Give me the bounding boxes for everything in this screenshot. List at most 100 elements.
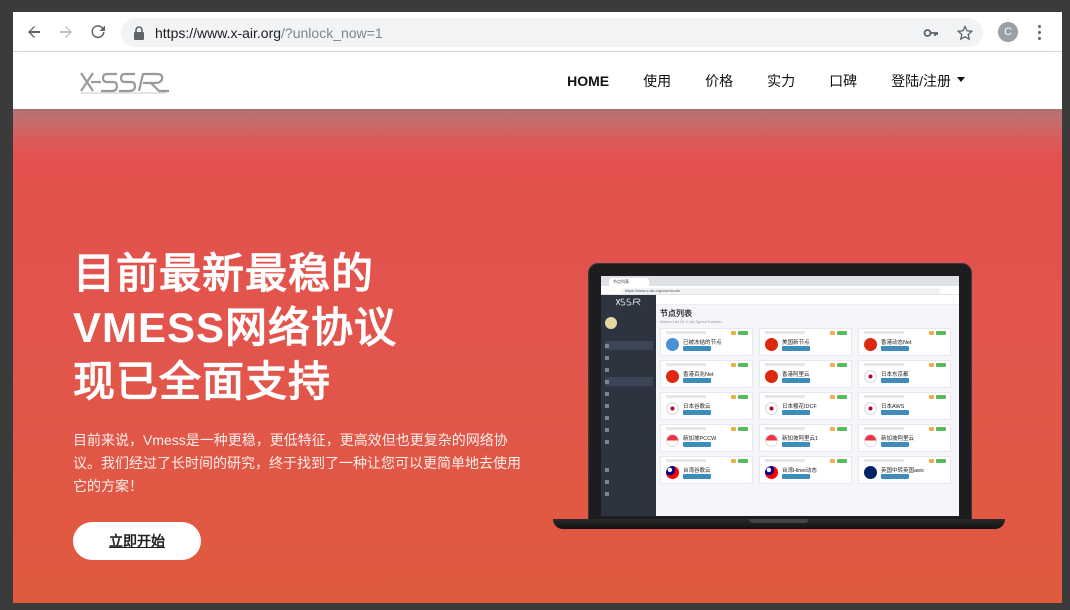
mock-node-header [864, 427, 904, 430]
mock-node-badge [929, 395, 934, 399]
mock-node-badge [929, 459, 934, 463]
mock-side-item [605, 465, 653, 474]
mock-node-badge [738, 395, 748, 399]
mock-node-badge [738, 459, 748, 463]
mock-node-header [765, 427, 805, 430]
mock-node-card: 香港百兆Net [660, 360, 753, 388]
browser-menu-icon[interactable] [1034, 23, 1044, 41]
site-logo[interactable] [77, 67, 171, 97]
flag-icon [765, 402, 778, 415]
flag-icon [765, 466, 778, 479]
site-header: HOME 使用 价格 实力 口碑 登陆/注册 [13, 52, 1062, 109]
mock-node-badge [936, 363, 946, 367]
url-host: https://www.x-air.org [155, 24, 282, 41]
address-bar[interactable]: https://www.x-air.org/?unlock_now=1 [121, 18, 983, 47]
flag-icon [765, 338, 778, 351]
browser-window: https://www.x-air.org/?unlock_now=1 C HO… [13, 12, 1062, 603]
mock-node-name: 新加坡PCCW [683, 436, 717, 442]
mock-node-badge [830, 395, 835, 399]
mock-tab: 节点列表 [609, 278, 649, 286]
flag-icon [666, 402, 679, 415]
flag-icon [864, 466, 877, 479]
mock-node-tag [683, 474, 711, 479]
nav-usage[interactable]: 使用 [626, 71, 688, 91]
flag-icon [666, 434, 679, 447]
flag-icon [765, 370, 778, 383]
screen-frame: https://www.x-air.org/?unlock_now=1 C HO… [0, 0, 1070, 610]
mock-node-name: 日本AWS [881, 404, 905, 410]
get-started-button[interactable]: 立即开始 [73, 522, 201, 560]
mock-node-tag [782, 410, 810, 415]
mock-node-card: 日本樱花IDCF [759, 392, 852, 420]
flag-icon [666, 370, 679, 383]
mock-node-badge [731, 331, 736, 335]
mock-node-header [666, 363, 706, 366]
nav-strength[interactable]: 实力 [750, 71, 812, 91]
mock-node-tag [881, 346, 909, 351]
flag-icon [864, 402, 877, 415]
mock-side-item [605, 353, 653, 362]
mock-node-card: 台湾谷歌云 [660, 456, 753, 484]
mock-node-header [864, 459, 904, 462]
nav-reviews[interactable]: 口碑 [812, 71, 874, 91]
mock-node-header [864, 395, 904, 398]
mock-url: https://www.x-air.org/user/node [621, 288, 941, 294]
mock-node-card: 已被冻结的节点 [660, 328, 753, 356]
mock-node-tag [782, 346, 810, 351]
mock-node-header [765, 363, 805, 366]
profile-avatar[interactable]: C [998, 22, 1018, 42]
mock-node-tag [881, 474, 909, 479]
mock-node-card: 英国中转英国aws [858, 456, 951, 484]
mock-subheading: Nodes List Of X-Air Speed Booster [660, 319, 722, 324]
mock-node-name: 香港百兆Net [683, 372, 714, 378]
nav-home[interactable]: HOME [550, 73, 626, 89]
flag-icon [864, 434, 877, 447]
mock-node-card: 新加坡阿里云1 [759, 424, 852, 452]
mock-side-item [605, 377, 653, 386]
flag-icon [864, 338, 877, 351]
mock-node-badge [936, 427, 946, 431]
mock-node-name: 台湾谷歌云 [683, 468, 711, 474]
bookmark-star-icon[interactable] [957, 24, 973, 41]
reload-icon[interactable] [83, 17, 113, 47]
forward-icon[interactable] [51, 17, 81, 47]
mock-node-badge [731, 427, 736, 431]
mock-node-badge [936, 459, 946, 463]
mock-sidebar [601, 295, 656, 516]
mock-node-tag [881, 442, 909, 447]
hero-description: 目前来说，Vmess是一种更稳，更低特征，更高效但也更复杂的网络协议。我们经过了… [73, 432, 521, 494]
mock-node-badge [929, 427, 934, 431]
mock-node-badge [731, 459, 736, 463]
mock-node-badge [830, 331, 835, 335]
mock-node-badge [936, 395, 946, 399]
nav-pricing[interactable]: 价格 [688, 71, 750, 91]
back-icon[interactable] [19, 17, 49, 47]
mock-node-card: 台湾Hinet动态 [759, 456, 852, 484]
nav-login-register[interactable]: 登陆/注册 [874, 71, 982, 91]
mock-node-header [666, 395, 706, 398]
mock-node-name: 香港动态Net [881, 340, 912, 346]
key-icon[interactable] [923, 25, 939, 41]
mock-side-item [605, 413, 653, 422]
mock-node-name: 美国新节点 [782, 340, 810, 346]
mock-node-card: 日本谷歌云 [660, 392, 753, 420]
hero-title: 目前最新最稳的 VMESS网络协议 现已全面支持 [73, 247, 493, 409]
mock-node-badge [837, 427, 847, 431]
laptop-screen: 节点列表 https://www.x-air.org/user/node 节点列… [601, 276, 959, 516]
mock-node-name: 新加坡阿里云1 [782, 436, 819, 442]
mock-node-card: 美国新节点 [759, 328, 852, 356]
mock-node-name: 日本东京都 [881, 372, 909, 378]
mock-node-badge [830, 363, 835, 367]
hero-title-line-3: 现已全面支持 [73, 358, 332, 405]
mock-node-tag [683, 410, 711, 415]
laptop-mockup: 节点列表 https://www.x-air.org/user/node 节点列… [553, 263, 1005, 533]
mock-logo [615, 298, 641, 306]
mock-node-badge [837, 331, 847, 335]
mock-node-card: 日本东京都 [858, 360, 951, 388]
mock-node-tag [782, 474, 810, 479]
mock-node-tag [683, 346, 711, 351]
mock-node-badge [837, 459, 847, 463]
mock-node-badge [731, 363, 736, 367]
mock-node-header [666, 459, 706, 462]
mock-side-item [605, 477, 653, 486]
